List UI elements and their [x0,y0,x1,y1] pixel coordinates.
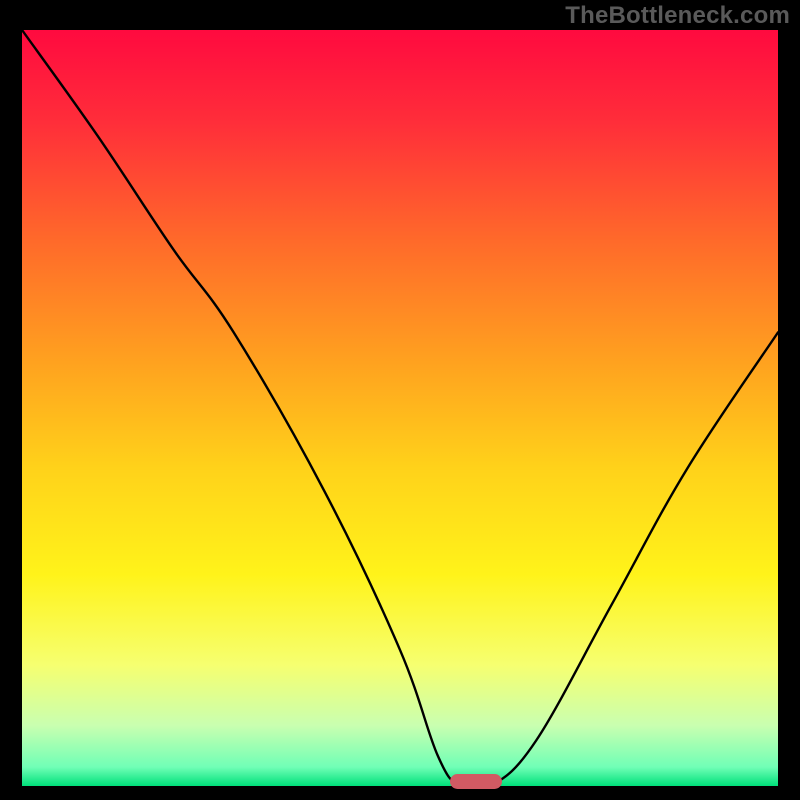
watermark-text: TheBottleneck.com [565,2,790,30]
gradient-background [22,30,778,786]
bottleneck-chart [22,30,778,786]
chart-frame: TheBottleneck.com [0,0,800,800]
optimal-marker [450,774,502,789]
